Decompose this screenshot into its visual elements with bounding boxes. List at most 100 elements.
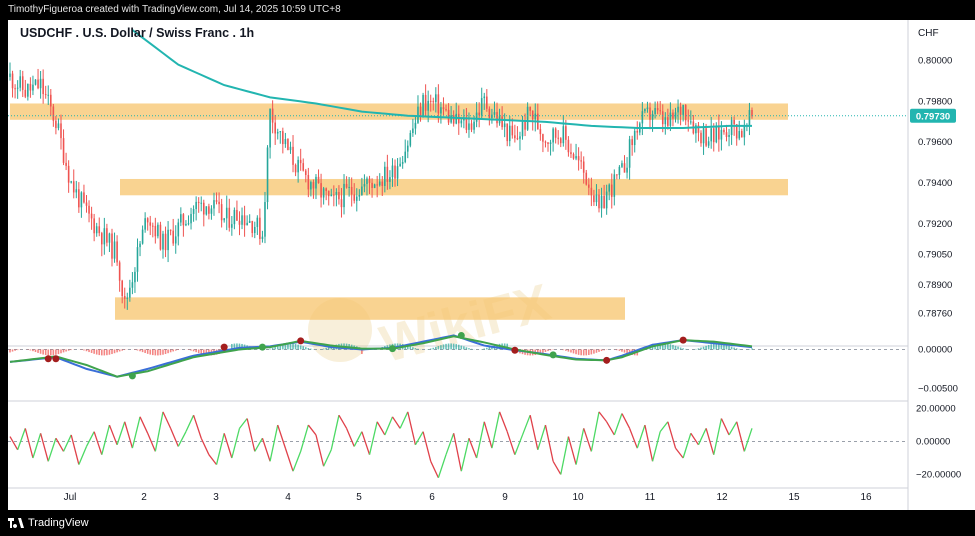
- candle-body: [182, 214, 185, 226]
- candle-body: [603, 195, 605, 209]
- macd-histogram-bar: [684, 348, 687, 350]
- candle-body: [37, 79, 39, 89]
- candle-body: [361, 186, 363, 195]
- candle-body: [118, 262, 121, 281]
- macd-histogram-bar: [113, 349, 116, 354]
- macd-histogram-bar: [103, 349, 106, 356]
- macd-histogram-bar: [593, 349, 595, 354]
- macd-histogram-bar: [62, 349, 65, 353]
- candle-body: [121, 280, 123, 296]
- macd-histogram-bar: [700, 347, 702, 350]
- chart-frame: TimothyFigueroa created with TradingView…: [0, 0, 975, 536]
- candle-body: [432, 101, 435, 103]
- macd-histogram-bar: [93, 349, 95, 354]
- candle-body: [636, 130, 639, 133]
- candle-body: [205, 206, 208, 215]
- time-tick-label: 2: [141, 492, 147, 503]
- macd-histogram-bar: [29, 349, 32, 351]
- candle-body: [129, 287, 131, 298]
- candle-body: [144, 218, 146, 230]
- osc-tick-label: 20.00000: [916, 404, 956, 415]
- candle-body: [233, 209, 236, 225]
- candle-body: [345, 183, 348, 188]
- candle-body: [98, 226, 101, 234]
- candle-body: [180, 214, 182, 223]
- macd-histogram-bar: [11, 349, 14, 352]
- candle-body: [167, 229, 169, 251]
- candle-body: [378, 181, 381, 186]
- candle-body: [646, 107, 649, 110]
- macd-histogram-bar: [9, 349, 11, 353]
- candle-body: [412, 128, 414, 133]
- macd-histogram-bar: [442, 344, 445, 350]
- candle-body: [55, 120, 57, 129]
- candle-body: [623, 163, 626, 173]
- candle-body: [317, 176, 320, 184]
- candle-body: [197, 201, 200, 203]
- macd-histogram-bar: [547, 349, 549, 352]
- macd-histogram-bar: [674, 345, 677, 350]
- candle-body: [667, 117, 669, 126]
- candle-body: [88, 205, 90, 214]
- candle-body: [590, 187, 593, 196]
- candle-body: [720, 129, 723, 140]
- candle-body: [480, 98, 483, 116]
- macd-histogram-bar: [565, 349, 567, 351]
- candle-body: [524, 121, 526, 130]
- candle-body: [506, 123, 509, 142]
- candle-body: [228, 207, 231, 228]
- candle-body: [195, 201, 197, 210]
- candle-body: [312, 182, 315, 189]
- candle-body: [304, 170, 307, 175]
- candle-body: [613, 174, 616, 197]
- macd-histogram-bar: [136, 349, 139, 351]
- macd-histogram-bar: [70, 349, 72, 351]
- macd-histogram-bar: [34, 349, 37, 353]
- candle-body: [215, 200, 218, 202]
- macd-histogram-bar: [271, 347, 274, 350]
- candle-body: [501, 116, 503, 128]
- currency-label: CHF: [918, 28, 939, 39]
- candle-body: [44, 94, 47, 96]
- candle-body: [29, 83, 32, 91]
- candle-body: [238, 220, 241, 225]
- macd-histogram-bar: [445, 343, 447, 350]
- candle-body: [557, 137, 560, 139]
- macd-histogram-bar: [702, 346, 705, 350]
- candle-body: [677, 106, 679, 113]
- candle-body: [511, 125, 514, 136]
- macd-histogram-bar: [307, 347, 310, 350]
- macd-histogram-bar: [712, 343, 715, 350]
- candle-body: [715, 125, 718, 143]
- candle-body: [567, 139, 570, 153]
- macd-histogram-bar: [738, 348, 741, 350]
- macd-histogram-bar: [432, 347, 435, 350]
- candle-body: [159, 224, 162, 250]
- plot-area-bg: [8, 20, 908, 510]
- candle-body: [19, 76, 21, 88]
- macd-histogram-bar: [322, 348, 325, 350]
- price-chart[interactable]: WikiFX 0.79730 0.800000.798000.796000.79…: [0, 0, 975, 536]
- time-tick-label: 11: [645, 492, 656, 503]
- candle-body: [401, 162, 404, 164]
- candle-body: [712, 128, 715, 143]
- candle-body: [707, 141, 710, 146]
- macd-histogram-bar: [100, 349, 103, 356]
- macd-histogram-bar: [697, 348, 700, 350]
- zone-2: [120, 178, 788, 196]
- candle-body: [287, 139, 289, 151]
- candle-body: [67, 165, 70, 183]
- candle-body: [187, 223, 190, 225]
- candle-body: [14, 88, 16, 90]
- candle-body: [282, 131, 284, 145]
- candle-body: [475, 112, 478, 122]
- candle-body: [223, 218, 225, 221]
- candle-body: [95, 226, 98, 234]
- candle-body: [424, 94, 427, 111]
- candle-body: [106, 228, 108, 243]
- candle-body: [531, 110, 534, 120]
- macd-histogram-bar: [733, 347, 735, 350]
- macd-cross-marker: [52, 355, 60, 363]
- candle-body: [141, 229, 144, 244]
- macd-histogram-bar: [90, 349, 93, 353]
